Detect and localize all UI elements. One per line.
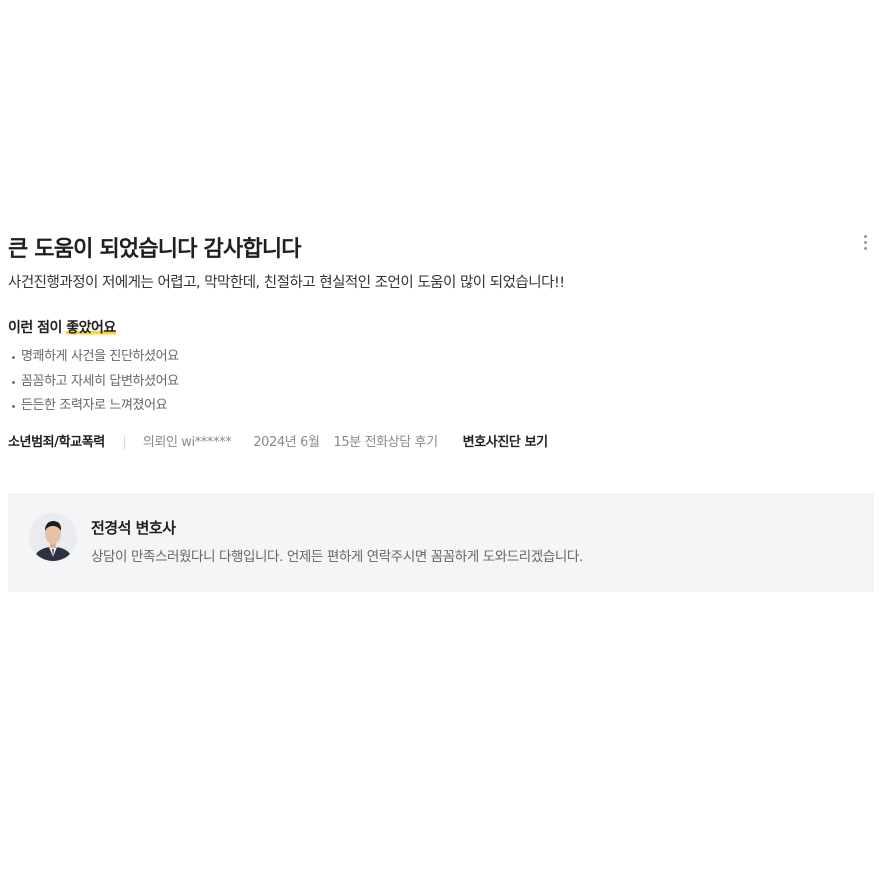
lawyer-name: 전경석 변호사: [91, 519, 176, 537]
likes-heading: 이런 점이 좋았어요: [8, 317, 874, 339]
category-label: 소년범죄/학교폭력: [8, 434, 105, 450]
likes-heading-highlight: 좋았어요: [66, 320, 116, 336]
likes-list-item: 명쾌하게 사건을 진단하셨어요: [8, 345, 874, 370]
likes-heading-prefix: 이런 점이: [8, 320, 67, 336]
review-title: 큰 도움이 되었습니다 감사합니다: [8, 237, 302, 262]
lawyer-avatar: [29, 513, 77, 561]
review-meta: 소년범죄/학교폭력 의뢰인 wi****** 2024년 6월 15분 전화상담…: [8, 433, 874, 453]
consult-type: 15분 전화상담 후기: [333, 434, 439, 450]
meta-divider: [123, 435, 125, 450]
lawyer-diagnosis-link[interactable]: 변호사진단 보기: [463, 433, 548, 453]
lawyer-portrait-icon: [29, 513, 77, 561]
review-card: 큰 도움이 되었습니다 감사합니다 사건진행과정이 저에게는 어렵고, 막막한데…: [8, 233, 874, 453]
likes-list-item: 든든한 조력자로 느껴졌어요: [8, 394, 874, 419]
review-title-row: 큰 도움이 되었습니다 감사합니다: [8, 233, 874, 267]
vertical-ellipsis-icon: [860, 235, 870, 250]
likes-list: 명쾌하게 사건을 진단하셨어요 꼼꼼하고 자세히 답변하셨어요 든든한 조력자로…: [8, 345, 874, 419]
more-options-button[interactable]: [860, 235, 870, 255]
review-body: 사건진행과정이 저에게는 어렵고, 막막한데, 친절하고 현실적인 조언이 도움…: [8, 275, 565, 291]
review-date: 2024년 6월: [253, 434, 320, 450]
lawyer-reply-box: 전경석 변호사 상담이 만족스러웠다니 다행입니다. 언제든 편하게 연락주시면…: [8, 493, 874, 592]
lawyer-reply-text: 상담이 만족스러웠다니 다행입니다. 언제든 편하게 연락주시면 꼼꼼하게 도와…: [91, 549, 583, 565]
likes-list-item: 꼼꼼하고 자세히 답변하셨어요: [8, 370, 874, 395]
client-id: 의뢰인 wi******: [142, 434, 232, 450]
